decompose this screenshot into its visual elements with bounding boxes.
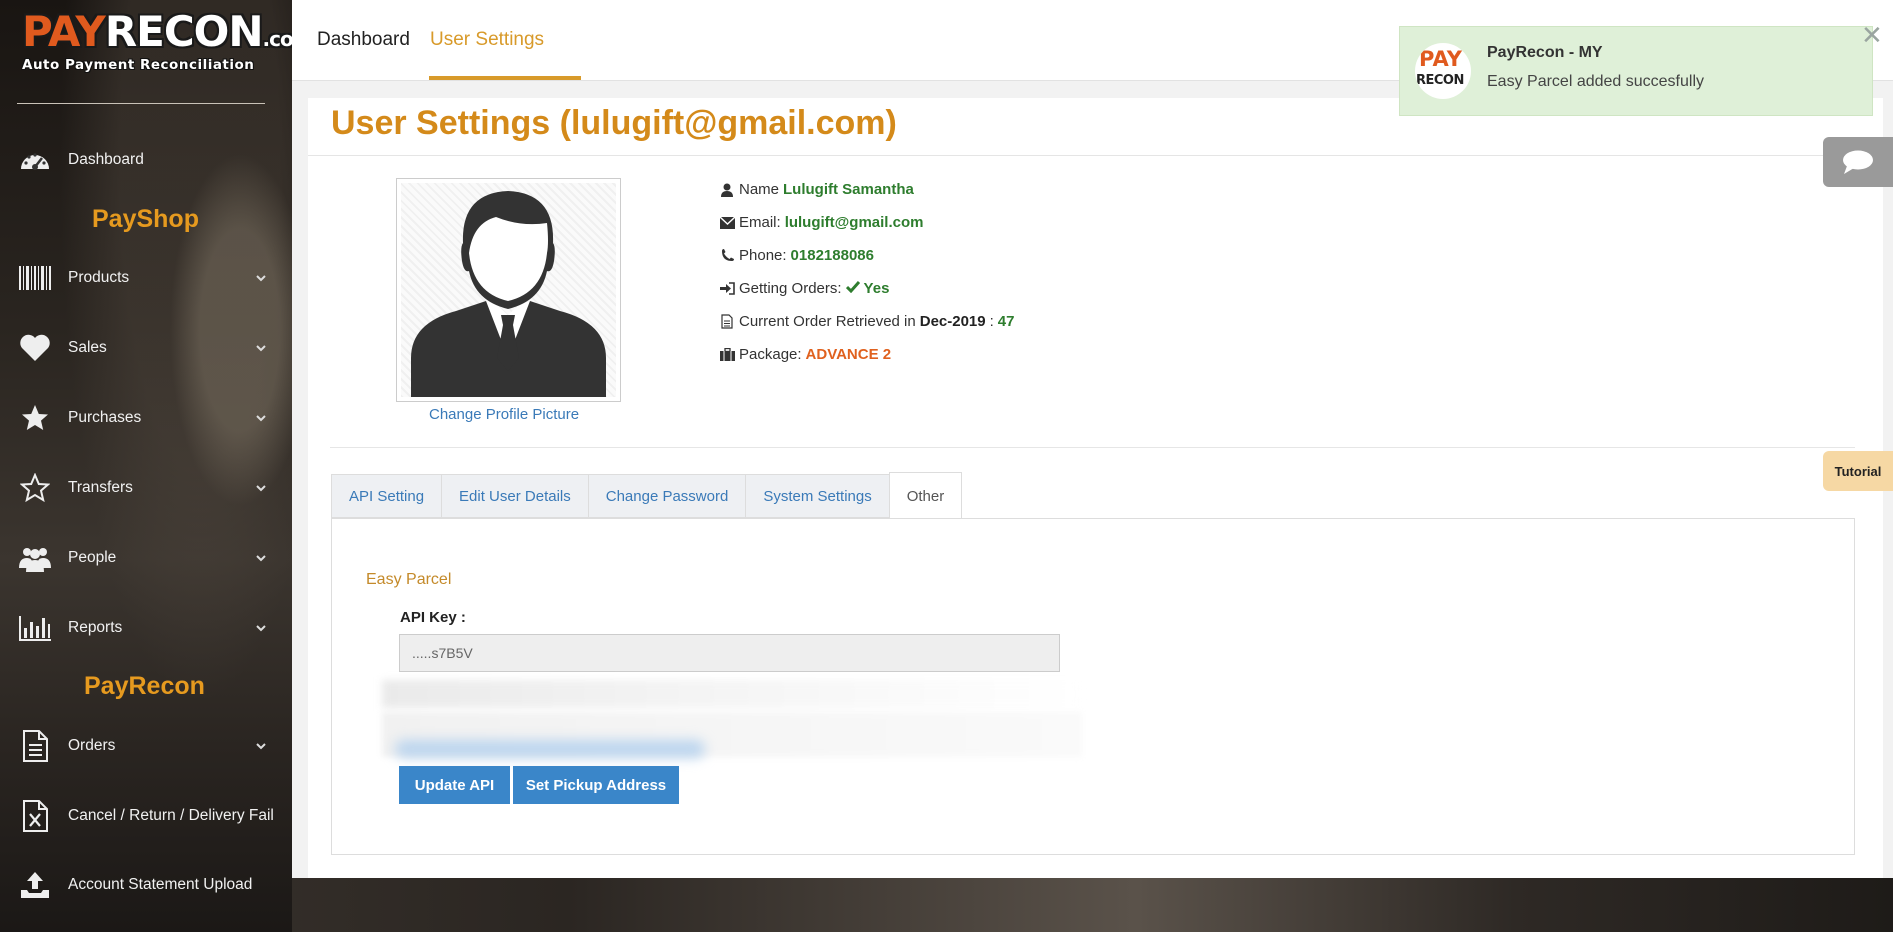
tab-other[interactable]: Other [888, 472, 963, 520]
document-icon [18, 729, 52, 763]
getting-orders-value: Yes [845, 280, 889, 297]
chat-bubble-icon [1843, 150, 1873, 174]
sidebar-item-orders[interactable]: Orders [0, 726, 292, 766]
upload-icon [18, 868, 52, 902]
excel-file-icon [18, 799, 52, 833]
easy-parcel-title: Easy Parcel [366, 571, 452, 588]
set-pickup-address-button[interactable]: Set Pickup Address [513, 766, 679, 804]
chevron-down-icon [254, 551, 268, 565]
chevron-down-icon [254, 481, 268, 495]
phone-value: 0182188086 [790, 247, 874, 264]
topnav-dashboard[interactable]: Dashboard [317, 0, 410, 80]
info-phone: Phone: 0182188086 [719, 247, 874, 264]
bar-chart-icon [18, 611, 52, 645]
retrieved-count: 47 [997, 313, 1015, 330]
sidebar-label-account-statement: Account Statement Upload [68, 876, 253, 893]
info-package: Package: ADVANCE 2 [719, 346, 891, 363]
sidebar-item-products[interactable]: Products [0, 258, 292, 298]
star-filled-icon [18, 401, 52, 435]
file-text-icon [719, 314, 735, 330]
sidebar-item-transfers[interactable]: Transfers [0, 468, 292, 508]
chevron-down-icon [254, 411, 268, 425]
phone-icon [719, 248, 735, 264]
page-title: User Settings (lulugift@gmail.com) [331, 104, 897, 142]
check-icon [845, 281, 860, 294]
notification-message: Easy Parcel added succesfully [1487, 73, 1704, 90]
people-icon [18, 541, 52, 575]
sidebar-item-account-statement[interactable]: Account Statement Upload [0, 865, 292, 905]
info-getting-orders: Getting Orders: Yes [719, 280, 889, 297]
dashboard-gauge-icon [18, 143, 52, 177]
envelope-icon [719, 215, 735, 231]
title-divider [308, 155, 1893, 156]
sidebar-label-people: People [68, 549, 117, 566]
sidebar-divider [17, 103, 265, 104]
api-key-field[interactable] [399, 634, 1060, 672]
chevron-down-icon [254, 739, 268, 753]
success-notification: PAY RECON PayRecon - MY Easy Parcel adde… [1399, 26, 1873, 116]
update-api-button[interactable]: Update API [399, 766, 510, 804]
tab-api-setting[interactable]: API Setting [331, 474, 442, 518]
close-icon[interactable]: ✕ [1861, 22, 1883, 48]
package-value: ADVANCE 2 [805, 346, 892, 363]
chevron-down-icon [254, 341, 268, 355]
sidebar-item-reports[interactable]: Reports [0, 608, 292, 648]
payrecon-badge-icon: PAY RECON [1415, 43, 1471, 99]
tab-edit-user-details[interactable]: Edit User Details [441, 474, 588, 518]
retrieved-month: Dec-2019 [919, 313, 986, 330]
section-title-payshop: PayShop [92, 205, 199, 233]
redacted-link [395, 740, 705, 758]
tutorial-button[interactable]: Tutorial [1823, 451, 1893, 491]
sign-in-icon [719, 281, 735, 297]
sidebar-item-cancel-return[interactable]: Cancel / Return / Delivery Fail [0, 796, 292, 836]
sidebar-label-transfers: Transfers [68, 479, 133, 496]
sidebar-label-products: Products [68, 269, 130, 286]
barcode-icon [18, 261, 52, 295]
section-title-payrecon: PayRecon [84, 672, 205, 700]
redacted-area [382, 680, 1082, 708]
name-value: Lulugift Samantha [783, 181, 914, 198]
tab-system-settings[interactable]: System Settings [745, 474, 889, 518]
section-divider [330, 447, 1855, 448]
avatar-silhouette-icon [411, 191, 606, 397]
active-tab-indicator [429, 76, 581, 80]
info-name: Name Lulugift Samantha [719, 181, 914, 198]
email-value: lulugift@gmail.com [784, 214, 924, 231]
briefcase-icon [719, 347, 735, 363]
change-profile-picture-link[interactable]: Change Profile Picture [429, 406, 579, 423]
star-outline-icon [18, 471, 52, 505]
tab-change-password[interactable]: Change Password [587, 474, 746, 518]
info-email: Email: lulugift@gmail.com [719, 214, 923, 231]
sidebar-label-cancel-return: Cancel / Return / Delivery Fail [68, 807, 274, 824]
settings-tabs: API Setting Edit User Details Change Pas… [331, 472, 963, 520]
profile-picture [396, 178, 621, 402]
sidebar-item-dashboard[interactable]: Dashboard [0, 140, 292, 180]
sidebar-label-sales: Sales [68, 339, 107, 356]
chevron-down-icon [254, 271, 268, 285]
logo-tagline: Auto Payment Reconciliation [22, 57, 255, 73]
chat-button[interactable] [1823, 137, 1893, 187]
sidebar-item-people[interactable]: People [0, 538, 292, 578]
sidebar-item-purchases[interactable]: Purchases [0, 398, 292, 438]
sidebar-label-orders: Orders [68, 737, 116, 754]
heart-icon [18, 331, 52, 365]
sidebar: PAYRECON.co Auto Payment Reconciliation … [0, 0, 294, 932]
sidebar-item-sales[interactable]: Sales [0, 328, 292, 368]
api-key-label: API Key : [400, 609, 466, 626]
info-order-retrieved: Current Order Retrieved in Dec-2019 : 47 [719, 313, 1014, 330]
sidebar-label-purchases: Purchases [68, 409, 142, 426]
topnav-user-settings[interactable]: User Settings [430, 0, 544, 80]
sidebar-label-reports: Reports [68, 619, 123, 636]
payrecon-logo[interactable]: PAYRECON.co Auto Payment Reconciliation [22, 10, 294, 74]
sidebar-label-dashboard: Dashboard [68, 151, 144, 168]
notification-title: PayRecon - MY [1487, 44, 1603, 61]
chevron-down-icon [254, 621, 268, 635]
user-icon [719, 182, 735, 198]
